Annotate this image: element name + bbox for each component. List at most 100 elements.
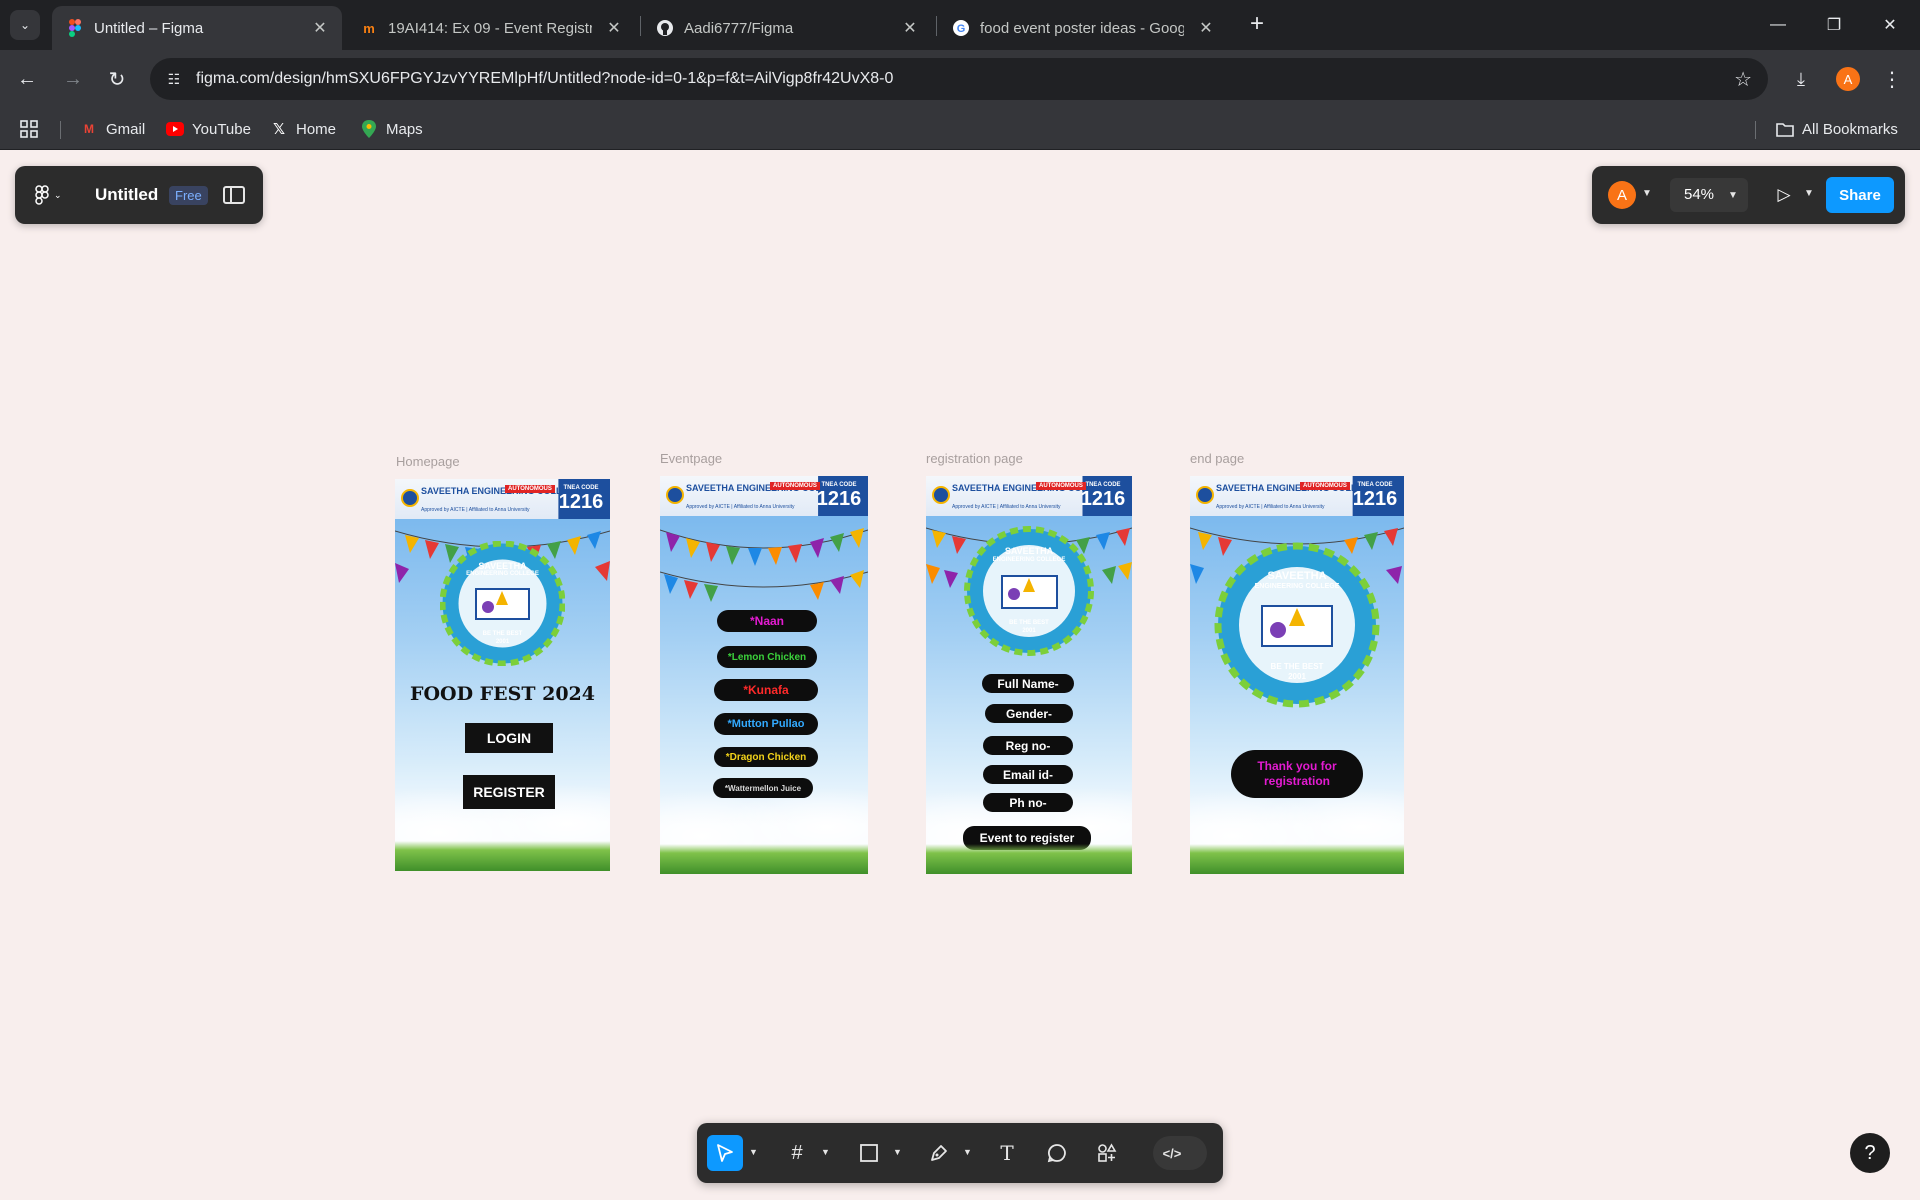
grass-decoration (926, 844, 1132, 874)
bunting-flags (660, 528, 868, 602)
back-icon[interactable]: ← (12, 64, 42, 94)
file-name[interactable]: Untitled (95, 185, 158, 205)
fest-title: FOOD FEST 2024 (409, 683, 595, 705)
college-seal: SAVEETHA ENGINEERING COLLEGE BE THE BEST… (964, 526, 1094, 656)
comment-tool-icon[interactable] (1039, 1135, 1075, 1171)
browser-menu-icon[interactable]: ⋮ (1882, 64, 1902, 94)
menu-item-mutton-pullao[interactable]: *Mutton Pullao (714, 713, 818, 735)
url-text: figma.com/design/hmSXU6FPGYJzvYYREMlpHf/… (196, 70, 894, 87)
gmail-icon: M (84, 122, 94, 136)
field-gender[interactable]: Gender- (985, 704, 1073, 723)
new-tab-button[interactable]: + (1244, 12, 1270, 38)
chevron-down-icon[interactable]: ▼ (963, 1147, 972, 1157)
address-bar[interactable]: ☷ figma.com/design/hmSXU6FPGYJzvYYREMlpH… (150, 58, 1768, 100)
close-tab-icon[interactable]: ✕ (604, 18, 624, 38)
sidebar-toggle-icon[interactable] (223, 186, 245, 204)
field-full-name[interactable]: Full Name- (982, 674, 1074, 693)
profile-avatar[interactable]: A (1836, 67, 1860, 91)
thank-you-message: Thank you for registration (1231, 750, 1363, 798)
college-header: SAVEETHA ENGINEERING COLLEGE AUTONOMOUS … (926, 476, 1132, 516)
chevron-down-icon[interactable]: ▼ (1642, 188, 1652, 199)
share-button[interactable]: Share (1826, 177, 1894, 213)
tab-title: food event poster ideas - Goog (980, 19, 1184, 37)
field-phone-no[interactable]: Ph no- (983, 793, 1073, 812)
field-email-id[interactable]: Email id- (983, 765, 1073, 784)
seal-subtitle: ENGINEERING COLLEGE (1254, 583, 1340, 590)
plan-badge[interactable]: Free (169, 186, 208, 205)
tab-separator (640, 16, 641, 36)
bookmark-label: Gmail (106, 120, 146, 138)
rectangle-tool-icon[interactable] (851, 1135, 887, 1171)
register-button[interactable]: REGISTER (463, 775, 555, 809)
frame-label[interactable]: Eventpage (660, 451, 722, 466)
frame-label[interactable]: end page (1190, 451, 1244, 466)
present-icon[interactable]: ▷ (1772, 183, 1796, 207)
close-window-icon[interactable]: ✕ (1870, 10, 1910, 40)
seal-motto: BE THE BEST (1270, 662, 1324, 671)
svg-text:G: G (957, 23, 966, 35)
reload-icon[interactable]: ↻ (102, 64, 132, 94)
apps-icon[interactable] (20, 116, 38, 142)
tab-search-button[interactable]: ⌄ (10, 10, 40, 40)
bookmark-gmail[interactable]: M Gmail (80, 116, 145, 142)
menu-item-kunafa[interactable]: *Kunafa (714, 679, 818, 701)
move-tool-icon[interactable] (707, 1135, 743, 1171)
frame-registration-page[interactable]: SAVEETHA ENGINEERING COLLEGE AUTONOMOUS … (926, 476, 1132, 874)
help-button[interactable]: ? (1850, 1133, 1890, 1173)
text-tool-icon[interactable]: T (989, 1135, 1025, 1171)
college-seal: SAVEETHA ENGINEERING COLLEGE BE THE BEST… (439, 540, 566, 667)
dev-mode-toggle[interactable]: </> (1153, 1136, 1207, 1170)
restore-icon[interactable]: ❐ (1814, 10, 1854, 40)
bookmark-youtube[interactable]: YouTube (166, 116, 251, 142)
frame-eventpage[interactable]: SAVEETHA ENGINEERING COLLEGE AUTONOMOUS … (660, 476, 868, 874)
zoom-menu[interactable]: 54% ▼ (1670, 178, 1748, 212)
frame-end-page[interactable]: SAVEETHA ENGINEERING COLLEGE AUTONOMOUS … (1190, 476, 1404, 874)
tab-title: Aadi6777/Figma (684, 19, 794, 37)
bookmark-star-icon[interactable]: ☆ (1734, 67, 1752, 92)
collab-toolbar: A ▼ 54% ▼ ▷ ▼ Share (1592, 166, 1905, 224)
seal-motto: BE THE BEST (1009, 620, 1049, 626)
tab-figma[interactable]: Untitled – Figma ✕ (52, 6, 342, 50)
bookmark-home[interactable]: 𝕏 Home (270, 116, 336, 142)
approval-text: Approved by AICTE | Affiliated to Anna U… (1216, 504, 1325, 510)
tab-moodle[interactable]: m 19AI414: Ex 09 - Event Registrat ✕ (346, 6, 636, 50)
chevron-down-icon[interactable]: ▼ (893, 1147, 902, 1157)
menu-item-watermelon-juice[interactable]: *Wattermellon Juice (713, 778, 813, 798)
college-header: SAVEETHA ENGINEERING COLLEGE AUTONOMOUS … (660, 476, 868, 516)
all-bookmarks[interactable]: All Bookmarks (1776, 116, 1898, 142)
minimize-icon[interactable]: — (1758, 10, 1798, 40)
college-header: SAVEETHA ENGINEERING COLLEGE AUTONOMOUS … (395, 479, 610, 519)
site-settings-icon[interactable]: ☷ (164, 69, 184, 89)
seal-title: SAVEETHA (1004, 546, 1054, 556)
menu-item-naan[interactable]: *Naan (717, 610, 817, 632)
close-tab-icon[interactable]: ✕ (310, 18, 330, 38)
menu-item-dragon-chicken[interactable]: *Dragon Chicken (714, 747, 818, 767)
tab-github[interactable]: Aadi6777/Figma ✕ (642, 6, 932, 50)
seal-year: 2001 (1022, 628, 1036, 634)
menu-item-lemon-chicken[interactable]: *Lemon Chicken (717, 646, 817, 668)
frame-label[interactable]: registration page (926, 451, 1023, 466)
frame-homepage[interactable]: SAVEETHA ENGINEERING COLLEGE AUTONOMOUS … (395, 479, 610, 871)
pen-tool-icon[interactable] (921, 1135, 957, 1171)
bookmark-maps[interactable]: Maps (360, 116, 423, 142)
frame-tool-icon[interactable]: # (779, 1135, 815, 1171)
user-avatar[interactable]: A (1608, 181, 1636, 209)
grass-decoration (660, 844, 868, 874)
actions-tool-icon[interactable] (1089, 1135, 1125, 1171)
approval-text: Approved by AICTE | Affiliated to Anna U… (686, 504, 795, 510)
tab-google[interactable]: G food event poster ideas - Goog ✕ (938, 6, 1228, 50)
figma-menu-icon[interactable]: ⌄ (35, 184, 75, 206)
download-icon[interactable]: ⤓ (1786, 64, 1816, 94)
close-tab-icon[interactable]: ✕ (900, 18, 920, 38)
close-tab-icon[interactable]: ✕ (1196, 18, 1216, 38)
chevron-down-icon[interactable]: ▼ (749, 1147, 758, 1157)
forward-icon[interactable]: → (58, 64, 88, 94)
login-button[interactable]: LOGIN (465, 723, 553, 753)
college-seal: SAVEETHA ENGINEERING COLLEGE BE THE BEST… (1214, 542, 1380, 708)
menu-item-label: *Kunafa (743, 683, 789, 697)
chevron-down-icon[interactable]: ▼ (1804, 188, 1814, 199)
chevron-down-icon[interactable]: ▼ (821, 1147, 830, 1157)
field-reg-no[interactable]: Reg no- (983, 736, 1073, 755)
menu-item-label: *Naan (749, 614, 784, 628)
frame-label[interactable]: Homepage (396, 454, 460, 469)
